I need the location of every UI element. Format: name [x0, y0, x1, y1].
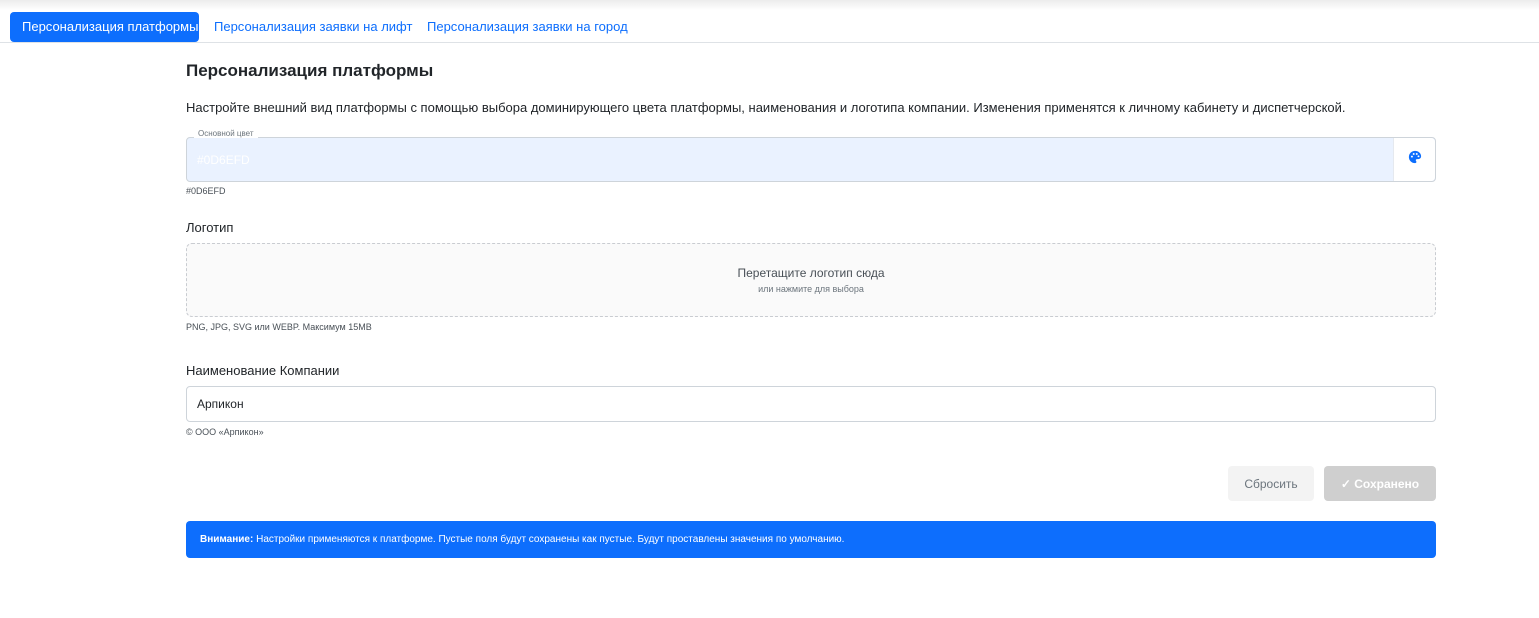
logo-label: Логотип	[186, 220, 234, 235]
palette-icon	[1408, 150, 1422, 169]
company-name-label: Наименование Компании	[186, 363, 340, 378]
logo-dropzone[interactable]: Перетащите логотип сюда или нажмите для …	[186, 243, 1436, 317]
primary-color-label: Основной цвет	[194, 129, 258, 138]
alert-text: Настройки применяются к платформе. Пусты…	[253, 534, 845, 545]
dropzone-sub-text: или нажмите для выбора	[758, 284, 864, 294]
tab-elevator-request-personalization[interactable]: Персонализация заявки на лифт	[214, 12, 412, 42]
page-title: Персонализация платформы	[186, 61, 434, 80]
company-name-hint: © ООО «Арпикон»	[186, 427, 264, 437]
color-picker-button[interactable]	[1393, 138, 1435, 181]
tab-city-request-personalization[interactable]: Персонализация заявки на город	[427, 12, 628, 42]
saved-button[interactable]: ✓ Сохранено	[1324, 466, 1436, 501]
page-description: Настройте внешний вид платформы с помощь…	[186, 100, 1346, 115]
logo-format-hint: PNG, JPG, SVG или WEBP. Максимум 15MB	[186, 322, 372, 332]
tab-platform-personalization[interactable]: Персонализация платформы	[10, 12, 199, 42]
reset-button[interactable]: Сбросить	[1228, 466, 1314, 501]
company-name-input[interactable]	[186, 386, 1436, 422]
alert-strong-label: Внимание:	[200, 534, 254, 545]
warning-alert: Внимание: Настройки применяются к платфо…	[186, 521, 1436, 558]
top-shadow	[0, 0, 1539, 10]
primary-color-input[interactable]	[197, 138, 1387, 181]
primary-color-field	[186, 137, 1436, 182]
dropzone-main-text: Перетащите логотип сюда	[737, 266, 885, 280]
primary-color-hint: #0D6EFD	[186, 186, 226, 196]
tab-bar: Персонализация платформы Персонализация …	[0, 12, 1539, 43]
